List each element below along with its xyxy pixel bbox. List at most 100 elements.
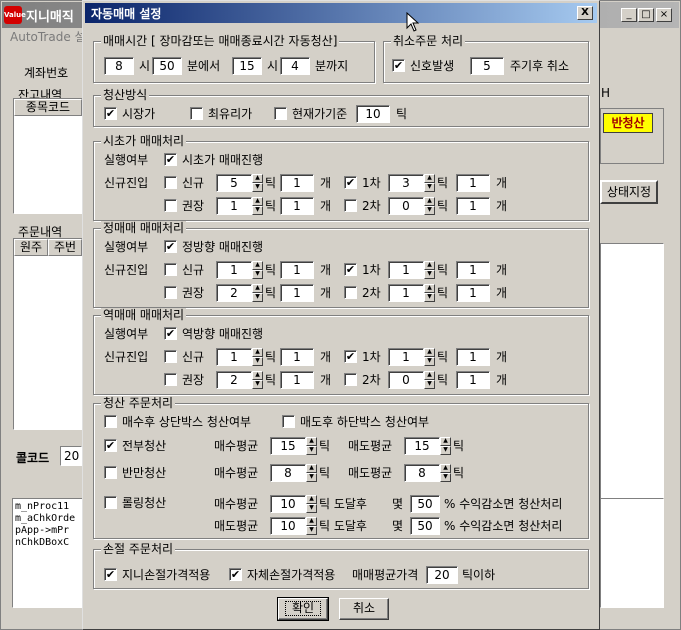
close-icon[interactable]: × — [656, 8, 672, 22]
open-new-count-field[interactable]: 1 — [280, 174, 314, 192]
reverse-first-tick-spinner[interactable]: ▲ ▼ — [424, 348, 435, 366]
forward-new-tick-field[interactable]: 1 — [216, 261, 252, 279]
full-liquidation-checkbox[interactable]: ✔ — [104, 439, 117, 452]
open-exec-checkbox[interactable]: ✔ — [164, 153, 177, 166]
maximize-icon[interactable]: □ — [638, 8, 654, 22]
reverse-first-count-field[interactable]: 1 — [456, 348, 490, 366]
open-first-tick-spinner[interactable]: ▲ ▼ — [424, 174, 435, 192]
open-second-tick-field[interactable]: 0 — [388, 197, 424, 215]
forward-second-tick-field[interactable]: 1 — [388, 284, 424, 302]
half-buy-avg-spinner[interactable]: ▲ ▼ — [306, 464, 317, 482]
forward-new-checkbox[interactable] — [164, 263, 177, 276]
main-menu-autotrade[interactable]: AutoTrade 설 — [10, 28, 86, 45]
open-recommend-tick-field[interactable]: 1 — [216, 197, 252, 215]
reverse-new-count-field[interactable]: 1 — [280, 348, 314, 366]
open-first-tick-field[interactable]: 3 — [388, 174, 424, 192]
forward-recommend-checkbox[interactable] — [164, 286, 177, 299]
forward-first-count-field[interactable]: 1 — [456, 261, 490, 279]
open-recommend-checkbox[interactable] — [164, 199, 177, 212]
forward-recommend-tick-field[interactable]: 2 — [216, 284, 252, 302]
forward-new-count-field[interactable]: 1 — [280, 261, 314, 279]
rolling-buy-avg-spinner[interactable]: ▲ ▼ — [306, 495, 317, 513]
open-recommend-count-field[interactable]: 1 — [280, 197, 314, 215]
start-minute-field[interactable]: 50 — [152, 57, 182, 75]
rolling-buy-avg-field[interactable]: 10 — [270, 495, 306, 513]
reverse-recommend-tick-field[interactable]: 2 — [216, 371, 252, 389]
stoploss-avg-field[interactable]: 20 — [426, 566, 458, 584]
open-new-checkbox[interactable] — [164, 176, 177, 189]
market-price-checkbox[interactable]: ✔ — [104, 107, 117, 120]
full-buy-avg-spinner[interactable]: ▲ ▼ — [306, 437, 317, 455]
open-first-count-field[interactable]: 1 — [456, 174, 490, 192]
rolling-sell-avg-field[interactable]: 10 — [270, 517, 306, 535]
current-price-tick-field[interactable]: 10 — [356, 105, 390, 123]
open-recommend-tick-spinner[interactable]: ▲ ▼ — [252, 197, 263, 215]
half-sell-avg-spinner[interactable]: ▲ ▼ — [440, 464, 451, 482]
current-price-checkbox[interactable] — [274, 107, 287, 120]
reverse-second-tick-spinner[interactable]: ▲ ▼ — [424, 371, 435, 389]
reverse-new-checkbox[interactable] — [164, 350, 177, 363]
reverse-recommend-tick-spinner[interactable]: ▲ ▼ — [252, 371, 263, 389]
start-hour-field[interactable]: 8 — [104, 57, 134, 75]
reverse-new-tick-field[interactable]: 1 — [216, 348, 252, 366]
order-column-header-1[interactable]: 원주 — [14, 239, 48, 256]
end-hour-field[interactable]: 15 — [232, 57, 262, 75]
signal-checkbox[interactable]: ✔ — [392, 59, 405, 72]
reverse-second-checkbox[interactable] — [344, 373, 357, 386]
half-liquidation-checkbox[interactable] — [104, 466, 117, 479]
open-second-count-field[interactable]: 1 — [456, 197, 490, 215]
forward-first-checkbox[interactable]: ✔ — [344, 263, 357, 276]
code-column-header[interactable]: 종목코드 — [14, 99, 82, 116]
order-column-header-2[interactable]: 주번 — [48, 239, 82, 256]
forward-second-checkbox[interactable] — [344, 286, 357, 299]
forward-second-tick-spinner[interactable]: ▲ ▼ — [424, 284, 435, 302]
reverse-first-checkbox[interactable]: ✔ — [344, 350, 357, 363]
forward-second-count-field[interactable]: 1 — [456, 284, 490, 302]
rolling-buy-pct-field[interactable]: 50 — [410, 495, 440, 513]
full-sell-avg-field[interactable]: 15 — [404, 437, 440, 455]
dialog-close-icon[interactable]: X — [577, 6, 593, 20]
own-stoploss-checkbox[interactable]: ✔ — [229, 568, 242, 581]
full-sell-avg-spinner[interactable]: ▲ ▼ — [440, 437, 451, 455]
half-sell-avg-field[interactable]: 8 — [404, 464, 440, 482]
ok-button[interactable]: 확인 — [277, 597, 329, 621]
minimize-icon[interactable]: _ — [621, 8, 637, 22]
reverse-recommend-checkbox[interactable] — [164, 373, 177, 386]
rolling-liquidation-checkbox[interactable] — [104, 496, 117, 509]
forward-recommend-tick-spinner[interactable]: ▲ ▼ — [252, 284, 263, 302]
forward-new-tick-spinner[interactable]: ▲ ▼ — [252, 261, 263, 279]
half-buy-avg-field[interactable]: 8 — [270, 464, 306, 482]
upper-box-checkbox[interactable] — [104, 415, 117, 428]
reverse-recommend-count-field[interactable]: 1 — [280, 371, 314, 389]
count-unit-label: 개 — [320, 350, 332, 364]
genie-stoploss-checkbox[interactable]: ✔ — [104, 568, 117, 581]
forward-exec-checkbox[interactable]: ✔ — [164, 240, 177, 253]
forward-first-tick-spinner[interactable]: ▲ ▼ — [424, 261, 435, 279]
forward-first-tick-field[interactable]: 1 — [388, 261, 424, 279]
cancel-button[interactable]: 취소 — [339, 598, 389, 620]
rolling-sell-pct-field[interactable]: 50 — [410, 517, 440, 535]
open-new-tick-field[interactable]: 5 — [216, 174, 252, 192]
reverse-second-count-field[interactable]: 1 — [456, 371, 490, 389]
open-new-tick-spinner[interactable]: ▲ ▼ — [252, 174, 263, 192]
reverse-exec-checkbox[interactable]: ✔ — [164, 327, 177, 340]
end-minute-field[interactable]: 4 — [280, 57, 310, 75]
cancel-period-field[interactable]: 5 — [470, 57, 504, 75]
rolling-sell-avg-spinner[interactable]: ▲ ▼ — [306, 517, 317, 535]
liquidation-order-legend: 청산 주문처리 — [101, 396, 176, 410]
reverse-second-tick-field[interactable]: 0 — [388, 371, 424, 389]
lower-box-checkbox[interactable] — [282, 415, 295, 428]
order-table[interactable] — [13, 238, 83, 430]
open-first-checkbox[interactable]: ✔ — [344, 176, 357, 189]
reverse-first-tick-field[interactable]: 1 — [388, 348, 424, 366]
recommend-label: 권장 — [182, 373, 205, 387]
open-second-checkbox[interactable] — [344, 199, 357, 212]
reverse-new-tick-spinner[interactable]: ▲ ▼ — [252, 348, 263, 366]
forward-recommend-count-field[interactable]: 1 — [280, 284, 314, 302]
open-second-tick-spinner[interactable]: ▲ ▼ — [424, 197, 435, 215]
full-buy-avg-field[interactable]: 15 — [270, 437, 306, 455]
dialog-titlebar[interactable]: 자동매매 설정 X — [85, 3, 597, 23]
state-set-button[interactable]: 상태지정 — [600, 180, 658, 204]
code-field[interactable]: 20 — [60, 446, 82, 466]
best-price-checkbox[interactable] — [190, 107, 203, 120]
